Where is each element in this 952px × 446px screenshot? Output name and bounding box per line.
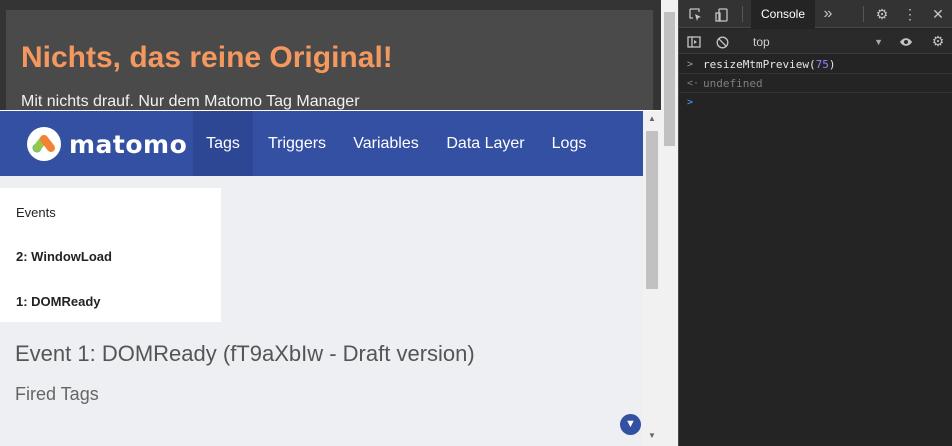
sidebar-toggle-icon[interactable] xyxy=(683,29,705,54)
tab-data-layer[interactable]: Data Layer xyxy=(439,111,532,176)
preview-scrollbar-thumb[interactable] xyxy=(646,131,658,289)
tab-logs[interactable]: Logs xyxy=(543,111,595,176)
console-result-value: undefined xyxy=(703,77,763,90)
gear-icon[interactable]: ⚙ xyxy=(871,0,893,28)
input-chevron-icon: > xyxy=(687,59,694,70)
console-filter-bar: top ▼ ⚙ xyxy=(679,29,952,54)
result-arrow-icon: <· xyxy=(687,78,700,89)
hero-banner: Nichts, das reine Original! Mit nichts d… xyxy=(6,10,653,120)
console-prompt[interactable]: > xyxy=(679,93,952,112)
console-command-arg: 75 xyxy=(815,58,829,71)
matomo-logo[interactable]: matomo xyxy=(27,127,187,161)
website-page: Nichts, das reine Original! Mit nichts d… xyxy=(0,0,661,446)
console-command-close: ) xyxy=(828,58,836,71)
fired-tags-heading: Fired Tags xyxy=(15,384,99,404)
context-selector[interactable]: top ▼ xyxy=(745,33,883,51)
scroll-down-arrow-icon[interactable]: ▼ xyxy=(648,431,656,440)
page-scrollbar[interactable] xyxy=(661,0,678,446)
toolbar-divider xyxy=(863,6,864,22)
console-command-line: > resizeMtmPreview(75) xyxy=(679,55,952,74)
console-command-fn: resizeMtmPreview( xyxy=(703,58,816,71)
hero-title: Nichts, das reine Original! xyxy=(21,41,393,74)
console-result-line: <· undefined xyxy=(679,74,952,93)
page-scrollbar-thumb[interactable] xyxy=(664,12,675,146)
matomo-logo-icon xyxy=(27,127,61,161)
console-settings-gear-icon[interactable]: ⚙ xyxy=(927,29,949,54)
devtools-panel: Console » ⚙ ⋮ ✕ top ▼ ⚙ > resizeMtmPrevi… xyxy=(678,0,952,446)
tab-tags[interactable]: Tags xyxy=(193,111,253,176)
event-item-windowload[interactable]: 2: WindowLoad xyxy=(16,249,112,264)
event-detail-title: Event 1: DOMReady (fT9aXbIw - Draft vers… xyxy=(15,341,475,366)
tab-variables[interactable]: Variables xyxy=(344,111,428,176)
caret-down-icon: ▼ xyxy=(874,37,883,47)
matomo-wordmark: matomo xyxy=(69,129,188,159)
event-item-domready[interactable]: 1: DOMReady xyxy=(16,294,101,309)
more-tabs-icon[interactable]: » xyxy=(817,0,839,28)
tab-triggers[interactable]: Triggers xyxy=(261,111,333,176)
mtm-preview-panel: matomo Tags Triggers Variables Data Laye… xyxy=(0,110,661,446)
mtm-navbar: matomo Tags Triggers Variables Data Laye… xyxy=(0,111,643,176)
devtools-toolbar: Console » ⚙ ⋮ ✕ xyxy=(679,0,952,28)
clear-console-icon[interactable] xyxy=(711,29,733,54)
context-selector-value: top xyxy=(753,35,770,49)
prompt-chevron-icon: > xyxy=(687,97,694,108)
kebab-menu-icon[interactable]: ⋮ xyxy=(899,0,921,28)
inspect-element-icon[interactable] xyxy=(685,0,707,28)
tab-console[interactable]: Console xyxy=(751,0,815,28)
scroll-up-arrow-icon[interactable]: ▲ xyxy=(648,114,656,123)
chevron-down-icon[interactable]: ▼ xyxy=(620,414,641,435)
events-list: Events 2: WindowLoad 1: DOMReady xyxy=(0,188,221,322)
close-icon[interactable]: ✕ xyxy=(927,0,949,28)
events-header: Events xyxy=(16,205,56,220)
preview-scrollbar[interactable]: ▲ ▼ xyxy=(643,111,661,446)
device-toolbar-icon[interactable] xyxy=(711,0,733,28)
live-expression-eye-icon[interactable] xyxy=(895,29,917,54)
hero-subtitle: Mit nichts drauf. Nur dem Matomo Tag Man… xyxy=(21,93,360,110)
console-output: > resizeMtmPreview(75) <· undefined > xyxy=(679,55,952,112)
toolbar-divider xyxy=(742,6,743,22)
